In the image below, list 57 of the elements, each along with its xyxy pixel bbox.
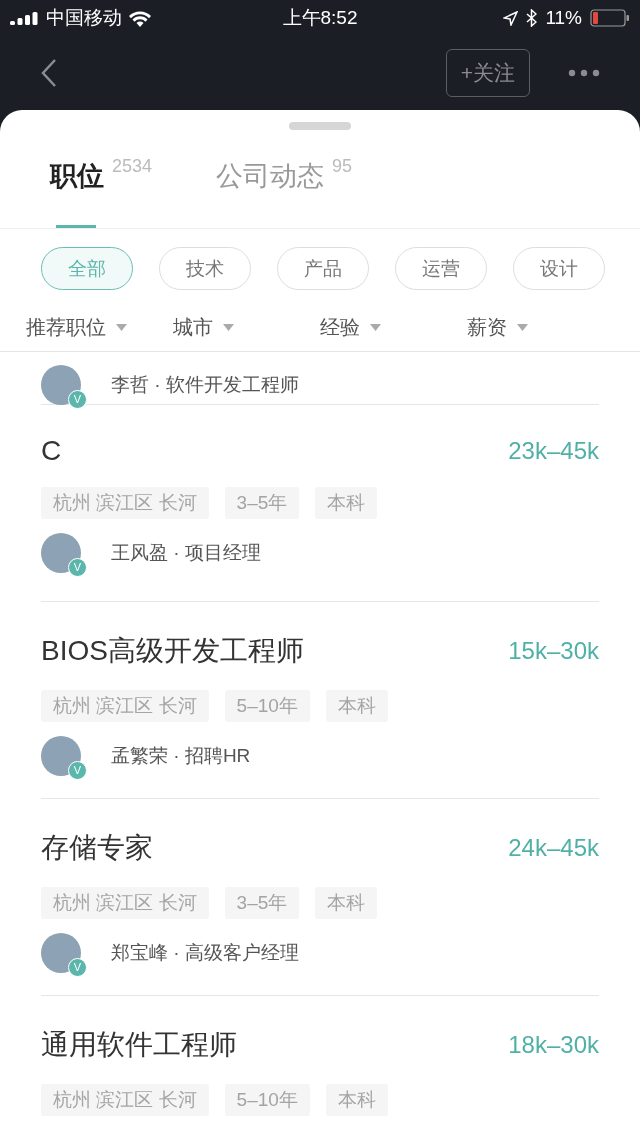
signal-icon: [10, 11, 40, 25]
job-card[interactable]: BIOS高级开发工程师 15k–30k 杭州 滨江区 长河 5–10年 本科 V 孟繁荣 · 招聘HR: [41, 602, 599, 799]
caret-icon: [223, 324, 234, 331]
caret-icon: [370, 324, 381, 331]
caret-icon: [517, 324, 528, 331]
job-tag: 杭州 滨江区 长河: [41, 887, 209, 919]
category-chip[interactable]: 运营: [395, 247, 487, 290]
tab[interactable]: 职位 2534: [50, 130, 153, 228]
location-icon: [503, 10, 519, 26]
job-title: 存储专家: [41, 831, 153, 865]
battery-icon: [590, 9, 630, 27]
job-card[interactable]: 存储专家 24k–45k 杭州 滨江区 长河 3–5年 本科 V 郑宝峰 · 高级客户经理: [41, 799, 599, 996]
job-card[interactable]: C 23k–45k 杭州 滨江区 长河 3–5年 本科 V 王风盈 · 项目经理: [41, 405, 599, 602]
verified-badge: V: [68, 390, 87, 409]
job-tag: 杭州 滨江区 长河: [41, 487, 209, 519]
job-tag: 杭州 滨江区 长河: [41, 1084, 209, 1116]
salary-range: 24k–45k: [508, 834, 599, 862]
job-tag: 杭州 滨江区 长河: [41, 690, 209, 722]
job-card[interactable]: 通用软件工程师 18k–30k 杭州 滨江区 长河 5–10年 本科: [41, 996, 599, 1138]
salary-range: 18k–30k: [508, 1031, 599, 1059]
more-icon[interactable]: [568, 69, 600, 77]
category-chip[interactable]: 技术: [159, 247, 251, 290]
filter-dropdown[interactable]: 城市: [173, 304, 320, 351]
clock-time: 上午8:52: [282, 6, 358, 30]
job-title: 通用软件工程师: [41, 1028, 237, 1062]
battery-percent: 11%: [545, 7, 582, 29]
job-tag: 本科: [325, 690, 388, 722]
job-tag: 3–5年: [224, 887, 300, 919]
wifi-icon: [128, 9, 152, 27]
drag-handle[interactable]: [289, 122, 351, 130]
salary-range: 15k–30k: [508, 637, 599, 665]
salary-range: 23k–45k: [508, 437, 599, 465]
job-title: BIOS高级开发工程师: [41, 634, 304, 668]
recruiter-name: 郑宝峰 · 高级客户经理: [111, 941, 299, 965]
filter-dropdown[interactable]: 薪资: [467, 304, 614, 351]
back-icon[interactable]: [40, 58, 58, 88]
carrier-name: 中国移动: [46, 6, 122, 30]
job-title: C: [41, 435, 62, 467]
recruiter-name: 李哲 · 软件开发工程师: [111, 373, 299, 397]
bluetooth-icon: [526, 9, 538, 27]
filter-dropdown[interactable]: 推荐职位: [26, 304, 173, 351]
recruiter-name: 孟繁荣 · 招聘HR: [111, 744, 251, 768]
job-tag: 3–5年: [224, 487, 300, 519]
caret-icon: [116, 324, 127, 331]
recruiter-name: 王风盈 · 项目经理: [111, 541, 261, 565]
job-tag: 本科: [315, 887, 378, 919]
job-tag: 本科: [325, 1084, 388, 1116]
job-tag: 5–10年: [224, 1084, 310, 1116]
verified-badge: V: [68, 761, 87, 780]
category-chip[interactable]: 设计: [513, 247, 605, 290]
verified-badge: V: [68, 958, 87, 977]
filter-dropdown[interactable]: 经验: [320, 304, 467, 351]
job-tag: 本科: [315, 487, 378, 519]
category-chip[interactable]: 产品: [277, 247, 369, 290]
verified-badge: V: [68, 558, 87, 577]
job-tag: 5–10年: [224, 690, 310, 722]
follow-button[interactable]: +关注: [445, 49, 530, 97]
